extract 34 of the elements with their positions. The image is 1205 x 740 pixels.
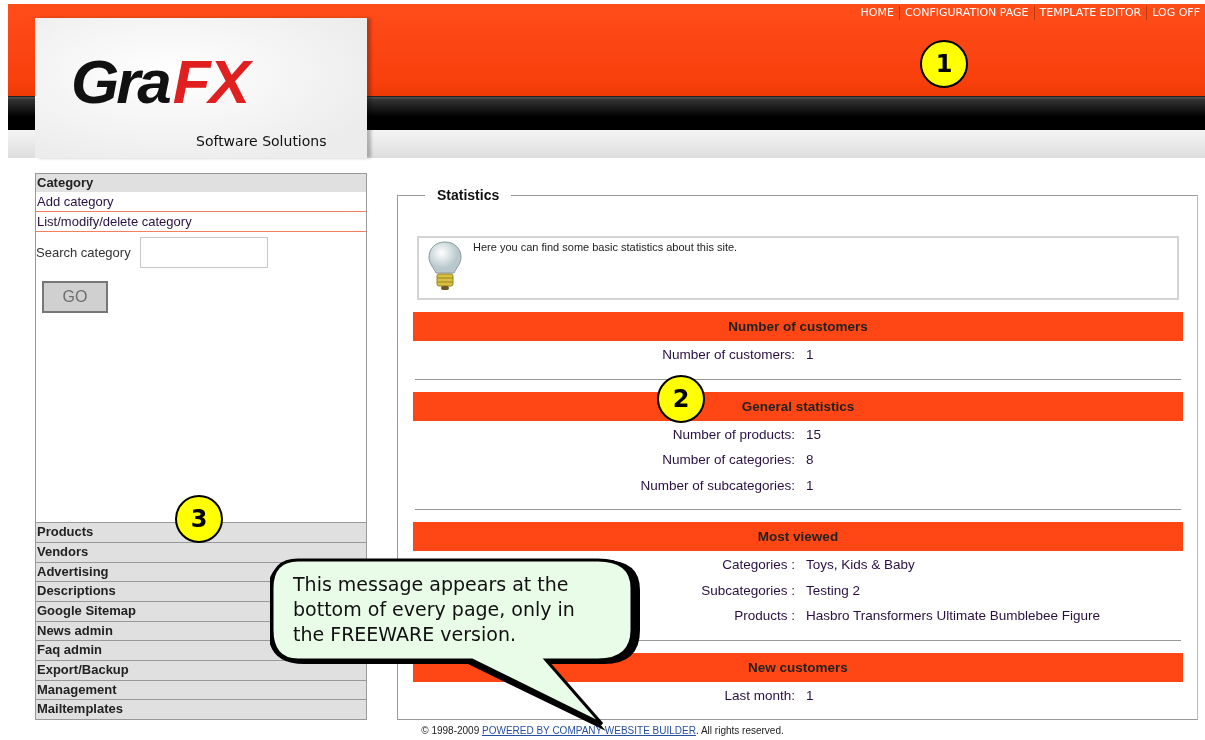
website-builder-link[interactable]: POWERED BY COMPANY WEBSITE BUILDER bbox=[482, 725, 696, 736]
stat-value: 1 bbox=[806, 477, 815, 493]
field-label: Search category bbox=[36, 245, 131, 260]
sidebar-link[interactable]: Add category bbox=[36, 192, 366, 212]
stat-label: Number of products: bbox=[672, 426, 795, 442]
stat-label: Number of customers: bbox=[662, 347, 795, 363]
sidebar-menu-item[interactable]: Mailtemplates bbox=[36, 699, 366, 719]
stat-value: Toys, Kids & Baby bbox=[806, 557, 916, 573]
stat-label: Subcategories : bbox=[701, 582, 795, 598]
stat-label: Last month: bbox=[724, 687, 795, 703]
stat-label: Number of categories: bbox=[662, 452, 795, 468]
number-marker: 2 bbox=[657, 375, 705, 423]
stat-value: 1 bbox=[806, 347, 815, 363]
stat-value: 15 bbox=[806, 426, 823, 442]
stat-value: 1 bbox=[806, 687, 815, 703]
sidebar-link[interactable]: List/modify/delete category bbox=[36, 212, 366, 232]
stat-label: Categories : bbox=[722, 557, 795, 573]
stat-label: Products : bbox=[734, 608, 795, 624]
logo-tagline: Software Solutions bbox=[196, 133, 327, 149]
copyright-text: © 1998-2009 POWERED BY COMPANY WEBSITE BUILDER. All rights reserved. bbox=[421, 725, 784, 736]
number-marker: 3 bbox=[175, 495, 223, 543]
lightbulb-icon bbox=[427, 240, 463, 292]
info-text: Here you can find some basic statistics about this site. bbox=[473, 241, 738, 255]
sidebar-menu-item[interactable]: Management bbox=[36, 679, 366, 700]
stat-value: 8 bbox=[806, 452, 815, 468]
fieldset-title: Statistics bbox=[436, 187, 501, 203]
section-header: Most viewed bbox=[413, 522, 1183, 551]
search-field[interactable] bbox=[139, 237, 268, 268]
stat-value: Testing 2 bbox=[806, 582, 862, 598]
stat-value: Hasbro Transformers Ultimate Bumblebee Figure bbox=[806, 608, 1102, 624]
section-header: Number of customers bbox=[413, 312, 1183, 341]
logo-wordmark: Gra bbox=[71, 46, 169, 117]
stat-label: Number of subcategories: bbox=[640, 477, 795, 493]
section-header: Category bbox=[36, 174, 366, 192]
